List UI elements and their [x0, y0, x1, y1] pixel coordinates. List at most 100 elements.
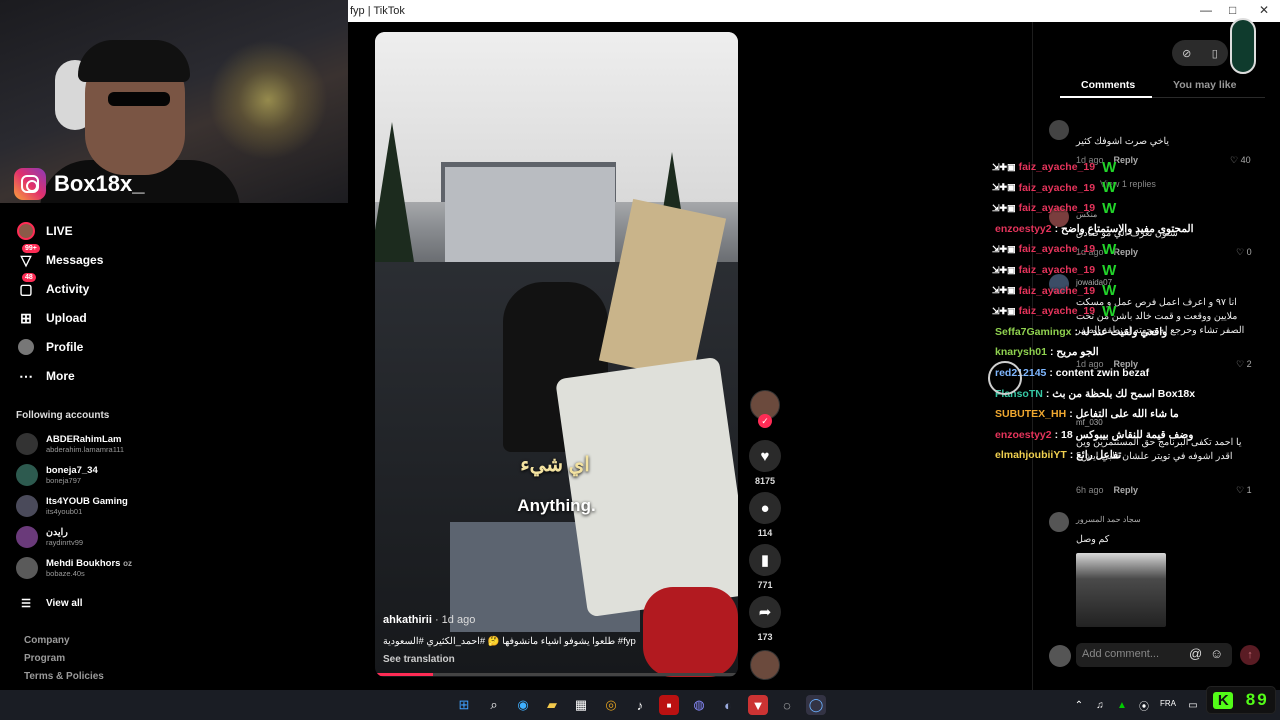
footer-terms-link[interactable]: Terms & Policies — [24, 671, 104, 682]
post-date: · 1d ago — [431, 614, 476, 626]
video-author[interactable]: ahkathirii · 1d ago — [383, 614, 475, 626]
emoji-icon[interactable]: ☺ — [1210, 646, 1223, 661]
account-name: Its4YOUB Gaming — [46, 495, 128, 507]
following-accounts-title: Following accounts — [16, 410, 110, 421]
video-house — [445, 167, 615, 262]
tab-comments[interactable]: Comments — [1081, 79, 1135, 91]
screen: fyp | TikTok — □ ✕ Box18x_ LIVE ▽ 99+ Mes… — [0, 0, 1280, 720]
add-comment-input[interactable]: Add comment... — [1076, 643, 1232, 667]
like-count: 8175 — [754, 476, 776, 486]
steam-icon[interactable]: ◐ — [718, 695, 738, 715]
chat-message: enzoestyy2: وضف قيمة للنقاش بيبوكس 18 — [992, 428, 1193, 442]
nav-upload[interactable]: ⊞ Upload — [16, 308, 87, 328]
brave-icon[interactable]: ▼ — [748, 695, 768, 715]
file-explorer-icon[interactable]: ▰ — [542, 695, 562, 715]
comment-like[interactable]: ♡ 0 — [1236, 247, 1252, 258]
video-progress-bar[interactable] — [375, 673, 738, 676]
tiktok-icon[interactable]: ♪ — [630, 695, 650, 715]
account-handle: its4youb01 — [46, 506, 83, 516]
reply-button[interactable]: Reply — [1114, 485, 1139, 495]
kick-viewer-badge: K 89 — [1206, 686, 1276, 714]
compass-icon[interactable]: ⊘ — [1182, 47, 1191, 60]
comment-like[interactable]: ♡ 1 — [1236, 485, 1252, 496]
network-icon[interactable]: ▭ — [1183, 695, 1203, 715]
video-progress-fill — [375, 673, 434, 676]
live-avatar-icon — [16, 221, 36, 241]
chrome-icon[interactable]: ◎ — [601, 695, 621, 715]
reply-button[interactable]: Reply — [1114, 247, 1139, 257]
nav-label: Activity — [46, 282, 90, 296]
nav-live[interactable]: LIVE — [16, 221, 73, 241]
share-count: 173 — [757, 632, 773, 642]
chat-username: faiz_ayache_19 — [1018, 161, 1096, 173]
comment-like[interactable]: ♡ 2 — [1236, 359, 1252, 370]
mention-icon[interactable]: @ — [1189, 646, 1202, 661]
windows-start-icon[interactable]: ⊞ — [454, 695, 474, 715]
app-icon[interactable]: ◌ — [777, 695, 797, 715]
cursor-highlight — [988, 361, 1022, 395]
store-icon[interactable]: ▦ — [571, 695, 591, 715]
following-account[interactable]: Its4YOUB Gaming its4youb01 — [16, 495, 128, 517]
post-comment-button[interactable]: ↑ — [1240, 645, 1260, 665]
comment-image[interactable] — [1076, 553, 1166, 627]
chat-text: : تفاعل رائع — [1069, 449, 1122, 462]
account-name: boneja7_34 — [46, 464, 98, 476]
nav-profile[interactable]: Profile — [16, 337, 83, 357]
avatar — [16, 557, 38, 579]
following-account[interactable]: Mehdi Boukhors oz bobaze.40s — [16, 557, 132, 579]
language-indicator[interactable]: FRA — [1160, 699, 1176, 708]
nav-messages[interactable]: ▽ 99+ Messages — [16, 244, 103, 270]
comment-user[interactable]: سجاد حمد المسرور — [1076, 515, 1141, 524]
search-icon[interactable]: ⌕ — [484, 695, 504, 715]
chat-text: : واقعي ولقيت عند له — [1074, 325, 1168, 338]
chat-text: W — [1102, 199, 1117, 217]
comment-icon[interactable]: ● — [749, 492, 781, 524]
chat-username: faiz_ayache_19 — [1018, 284, 1096, 297]
discord-icon[interactable]: ◍ — [689, 695, 709, 715]
reply-button[interactable]: Reply — [1114, 155, 1139, 165]
minimize-button[interactable]: — — [1200, 3, 1212, 17]
avatar — [16, 464, 38, 486]
following-account[interactable]: boneja7_34 boneja797 — [16, 464, 98, 486]
footer-company-link[interactable]: Company — [24, 635, 70, 646]
chat-message: ⇲✚▣ faiz_ayache_19 W — [992, 179, 1116, 196]
mic-icon[interactable]: ⦿ — [1134, 695, 1154, 715]
device-icon[interactable]: ▯ — [1212, 47, 1218, 60]
avatar[interactable] — [1049, 512, 1069, 532]
activity-badge: 48 — [22, 273, 36, 282]
chat-message: ⇲✚▣ faiz_ayache_19 W — [992, 199, 1117, 217]
view-all-button[interactable]: ☰ View all — [16, 593, 82, 613]
avatar[interactable] — [1049, 120, 1069, 140]
headset-tray-icon[interactable]: ♫ — [1090, 695, 1110, 715]
maximize-button[interactable]: □ — [1229, 3, 1236, 17]
chat-text: W — [1102, 261, 1117, 279]
nvidia-icon[interactable]: ▲ — [1112, 695, 1132, 715]
edge-icon[interactable]: ◉ — [513, 695, 533, 715]
video-player[interactable]: اي شيء Anything. ahkathirii · 1d ago طلع… — [375, 32, 738, 677]
comment-text: ياخي صرت اشوفك كثير — [1076, 136, 1170, 147]
next-creator-avatar[interactable] — [750, 650, 780, 680]
comment-like[interactable]: ♡ 40 — [1230, 155, 1251, 166]
profile-icon — [16, 337, 36, 357]
share-icon[interactable]: ➦ — [749, 596, 781, 628]
tab-you-may-like[interactable]: You may like — [1173, 79, 1236, 91]
close-button[interactable]: ✕ — [1259, 3, 1269, 17]
following-account[interactable]: رايدن raydinrtv99 — [16, 526, 83, 548]
follow-check-icon[interactable]: ✓ — [758, 414, 772, 428]
see-translation-link[interactable]: See translation — [383, 654, 455, 665]
chat-text: W — [1102, 240, 1117, 258]
like-icon[interactable]: ♥ — [749, 440, 781, 472]
obs-icon[interactable]: ■ — [659, 695, 679, 715]
chat-message: ⇲✚▣ faiz_ayache_19 W — [992, 240, 1117, 258]
bookmark-icon[interactable]: ▮ — [749, 544, 781, 576]
tray-chevron-icon[interactable]: ⌃ — [1069, 695, 1089, 715]
following-account[interactable]: ABDERahimLam abderahim.lamamra111 — [16, 433, 124, 455]
profile-emblem-icon[interactable] — [1230, 18, 1256, 74]
avatar — [16, 526, 38, 548]
nav-more[interactable]: ⋯ More — [16, 366, 75, 386]
messages-badge: 99+ — [22, 244, 40, 253]
browser-icon[interactable]: ◯ — [806, 695, 826, 715]
nav-activity[interactable]: ▢ 48 Activity — [16, 273, 90, 299]
video-mattress — [555, 356, 738, 618]
footer-program-link[interactable]: Program — [24, 653, 65, 664]
